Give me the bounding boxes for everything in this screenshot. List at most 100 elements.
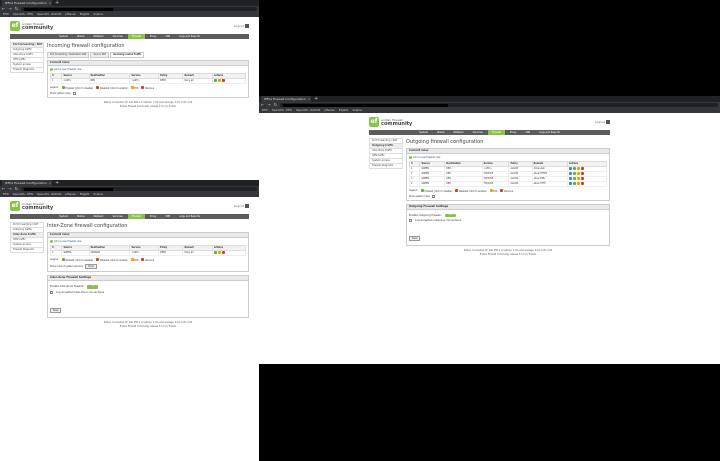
page-title: Inter-Zone firewall configuration — [47, 223, 128, 229]
enabled-icon[interactable] — [573, 167, 577, 170]
log-accepted-label: Log accepted Inter-Zone connections — [56, 290, 105, 294]
menu-vpn[interactable]: VPN — [521, 130, 534, 135]
address-bar[interactable] — [21, 187, 257, 191]
logout-icon — [245, 203, 249, 208]
forward-icon[interactable]: → — [8, 6, 11, 12]
menu-network[interactable]: Network — [90, 34, 108, 39]
sidebar-item-diagrams[interactable]: Firewall Diagrams — [10, 248, 44, 253]
logo[interactable]: ef endian firewall community — [10, 200, 53, 211]
move-icon[interactable] — [569, 182, 573, 185]
enabled-icon[interactable] — [213, 251, 217, 254]
menu-status[interactable]: Status — [73, 214, 89, 219]
menu-services[interactable]: Services — [469, 130, 487, 135]
disabled-icon — [455, 188, 459, 192]
edit-icon[interactable] — [577, 172, 581, 175]
edit-icon[interactable] — [577, 167, 581, 170]
menu-services[interactable]: Services — [109, 214, 127, 219]
edit-icon[interactable] — [577, 177, 581, 180]
enabled-icon[interactable] — [573, 172, 577, 175]
new-tab-button[interactable]: + — [55, 180, 59, 186]
browser-window-interzone: IPFire Firewall Configuration × + ← → ↻ E… — [0, 180, 259, 461]
menu-logs[interactable]: Logs and Reports — [175, 34, 204, 39]
menu-vpn[interactable]: VPN — [161, 34, 174, 39]
menu-system[interactable]: System — [55, 34, 72, 39]
subtabs: Port forwarding / Destination NAT Source… — [47, 52, 249, 58]
sidebar-item-diagrams[interactable]: Firewall Diagrams — [10, 68, 44, 73]
rules-table: # Source Destination Service Policy Rema… — [408, 161, 607, 187]
footer-copyright: Endian Firewall Community release 3.3.2 … — [119, 104, 177, 108]
menu-services[interactable]: Services — [109, 34, 127, 39]
add-rule-link[interactable]: Add a new firewall rule — [50, 68, 246, 71]
new-tab-button[interactable]: + — [314, 96, 318, 102]
remove-icon[interactable] — [221, 251, 225, 254]
enable-firewall-toggle[interactable]: ON — [87, 285, 99, 289]
tab-source-nat[interactable]: Source NAT — [90, 52, 109, 58]
menu-logs[interactable]: Logs and Reports — [175, 214, 204, 219]
edit-icon[interactable] — [577, 182, 581, 185]
menu-system[interactable]: System — [415, 130, 432, 135]
add-rule-link[interactable]: Add a new firewall rule — [409, 156, 607, 159]
logout-link[interactable]: Logout — [595, 119, 610, 124]
logout-label: Logout — [233, 203, 244, 208]
browser-window-incoming: IPFire Firewall Configuration × + ← → ↻ E… — [0, 0, 259, 180]
show-rules-checkbox[interactable] — [72, 91, 76, 95]
logo[interactable]: ef endian firewall community — [10, 20, 53, 31]
address-bar[interactable] — [21, 7, 257, 11]
move-icon[interactable] — [569, 172, 573, 175]
menu-proxy[interactable]: Proxy — [146, 34, 161, 39]
page-title: Incoming firewall configuration — [47, 43, 125, 49]
menu-proxy[interactable]: Proxy — [146, 214, 161, 219]
forward-icon[interactable]: → — [8, 186, 11, 192]
menu-vpn[interactable]: VPN — [161, 214, 174, 219]
enabled-icon[interactable] — [213, 79, 217, 82]
address-bar[interactable] — [280, 103, 718, 107]
enabled-icon[interactable] — [573, 177, 577, 180]
menu-logs[interactable]: Logs and Reports — [535, 130, 564, 135]
menu-firewall[interactable]: Firewall — [487, 130, 505, 135]
enable-firewall-toggle[interactable]: ON — [444, 213, 456, 217]
menu-proxy[interactable]: Proxy — [506, 130, 521, 135]
logout-link[interactable]: Logout — [233, 23, 249, 28]
remove-icon[interactable] — [581, 177, 585, 180]
remove-icon[interactable] — [221, 79, 225, 82]
logo[interactable]: ef endian firewall community — [369, 116, 412, 127]
save-button[interactable]: Save — [409, 236, 421, 241]
logout-icon — [245, 23, 249, 28]
show-rules-checkbox[interactable] — [431, 194, 435, 198]
rules-section: Current rules Add a new firewall rule # … — [406, 148, 610, 201]
sidebar-item-diagrams[interactable]: Firewall Diagrams — [369, 164, 403, 169]
move-icon[interactable] — [569, 177, 573, 180]
menu-status[interactable]: Status — [433, 130, 449, 135]
menu-firewall[interactable]: Firewall — [127, 214, 145, 219]
remove-icon[interactable] — [581, 182, 585, 185]
close-icon[interactable]: × — [49, 181, 52, 185]
enabled-icon[interactable] — [573, 182, 577, 185]
logout-label: Logout — [233, 23, 244, 28]
footer: Status: Connected (IP: 192.168.1.1) Upti… — [47, 101, 249, 109]
tab-incoming-routed[interactable]: Incoming routed traffic — [110, 52, 145, 58]
add-rule-link[interactable]: Add a new firewall rule — [50, 240, 246, 243]
close-icon[interactable]: × — [308, 97, 311, 101]
menu-status[interactable]: Status — [73, 34, 89, 39]
log-accepted-checkbox[interactable] — [50, 290, 53, 294]
remove-icon[interactable] — [581, 172, 585, 175]
menu-system[interactable]: System — [55, 214, 72, 219]
show-rules-label: Show system rules — [50, 91, 71, 95]
tab-port-forwarding[interactable]: Port forwarding / Destination NAT — [47, 52, 90, 58]
menu-firewall[interactable]: Firewall — [127, 34, 145, 39]
log-accepted-checkbox[interactable] — [409, 219, 412, 222]
remove-icon[interactable] — [581, 167, 585, 170]
forward-icon[interactable]: → — [267, 102, 270, 108]
disabled-icon — [96, 257, 100, 261]
close-icon[interactable]: × — [49, 1, 52, 5]
menu-network[interactable]: Network — [90, 214, 108, 219]
menu-network[interactable]: Network — [450, 130, 468, 135]
show-rules-button[interactable]: Show — [85, 263, 97, 269]
move-icon[interactable] — [569, 167, 573, 170]
edit-icon[interactable] — [217, 79, 221, 82]
logout-link[interactable]: Logout — [233, 203, 249, 208]
save-button[interactable]: Save — [50, 307, 62, 313]
legend: Legend: Enabled (click to disable) Disab… — [50, 257, 155, 262]
new-tab-button[interactable]: + — [55, 0, 59, 6]
edit-icon[interactable] — [217, 251, 221, 254]
